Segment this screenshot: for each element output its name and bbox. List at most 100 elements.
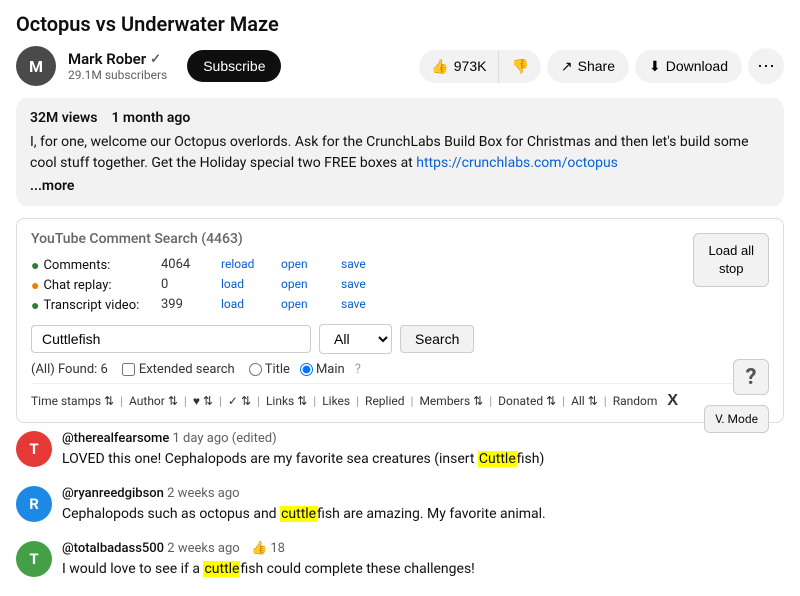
title-radio[interactable]: Title <box>249 362 290 377</box>
comment-author: @ryanreedgibson <box>62 486 164 501</box>
extended-search-label[interactable]: Extended search <box>122 362 235 377</box>
transcript-label: ● Transcript video: <box>31 297 161 314</box>
transcript-open[interactable]: open <box>281 297 341 314</box>
channel-avatar: M <box>16 46 56 86</box>
share-button[interactable]: ↗ Share <box>547 50 629 83</box>
channel-name: Mark Rober <box>68 50 146 68</box>
description-link[interactable]: https://crunchlabs.com/octopus <box>416 155 618 171</box>
like-dislike-group: 👍 973K 👎 <box>419 50 541 83</box>
avatar: T <box>16 431 52 467</box>
action-buttons: 👍 973K 👎 ↗ Share ⬇ Download ⋯ <box>419 48 784 84</box>
chat-open[interactable]: open <box>281 277 341 294</box>
transcript-status-dot: ● <box>31 297 39 314</box>
comment-likes: 👍 18 <box>251 541 285 556</box>
found-count: (All) Found: 6 <box>31 362 108 377</box>
more-options-button[interactable]: ⋯ <box>748 48 784 84</box>
comment-text: I would love to see if a cuttlefish coul… <box>62 559 784 580</box>
channel-info: Mark Rober ✓ 29.1M subscribers <box>68 50 167 82</box>
chat-label: ● Chat replay: <box>31 277 161 294</box>
panel-header: YouTube Comment Search (4463) <box>31 231 769 247</box>
comment-text: Cephalopods such as octopus and cuttlefi… <box>62 504 784 525</box>
search-type-radio-group: Title Main ? <box>249 362 361 377</box>
avatar: T <box>16 541 52 577</box>
transcript-count: 399 <box>161 297 221 314</box>
load-stop-button[interactable]: Load all stop <box>693 233 769 287</box>
comment-body: @totalbadass500 2 weeks ago 👍 18 I would… <box>62 541 784 580</box>
sort-check[interactable]: ✓ ⇅ <box>228 394 251 408</box>
chat-count: 0 <box>161 277 221 294</box>
search-highlight: cuttle <box>280 506 317 522</box>
thumbs-down-icon: 👎 <box>511 58 528 75</box>
search-highlight: Cuttle <box>478 451 517 467</box>
extended-search-checkbox[interactable] <box>122 363 135 376</box>
chat-load[interactable]: load <box>221 277 281 294</box>
filter-select[interactable]: All Title Main <box>319 324 392 354</box>
comments-save[interactable]: save <box>341 257 401 274</box>
avatar: R <box>16 486 52 522</box>
table-row: R @ryanreedgibson 2 weeks ago Cephalopod… <box>16 486 784 525</box>
comment-time: 2 weeks ago <box>167 486 239 501</box>
comment-body: @therealfearsome 1 day ago (edited) LOVE… <box>62 431 784 470</box>
video-meta: 32M views 1 month ago <box>30 110 770 126</box>
results-row: (All) Found: 6 Extended search Title Mai… <box>31 362 769 377</box>
search-type-help: ? <box>355 362 361 377</box>
comment-time: 2 weeks ago <box>167 541 239 556</box>
sort-author[interactable]: Author ⇅ <box>129 394 178 408</box>
sort-likes[interactable]: Likes <box>322 394 350 408</box>
like-button[interactable]: 👍 973K <box>419 50 499 83</box>
dislike-button[interactable]: 👎 <box>499 50 540 83</box>
transcript-save[interactable]: save <box>341 297 401 314</box>
post-date: 1 month ago <box>111 110 190 126</box>
data-rows: ● Comments: 4064 reload open save ● Chat… <box>31 257 769 314</box>
description-box: 32M views 1 month ago I, for one, welcom… <box>16 98 784 206</box>
chat-save[interactable]: save <box>341 277 401 294</box>
sort-members[interactable]: Members ⇅ <box>419 394 483 408</box>
comment-search-panel: YouTube Comment Search (4463) Load all s… <box>16 218 784 423</box>
sort-heart[interactable]: ♥ ⇅ <box>193 394 213 408</box>
comments-list: T @therealfearsome 1 day ago (edited) LO… <box>16 431 784 580</box>
sort-random[interactable]: Random <box>613 394 658 408</box>
comment-header: @ryanreedgibson 2 weeks ago <box>62 486 784 501</box>
comments-label: ● Comments: <box>31 257 161 274</box>
comment-author: @therealfearsome <box>62 431 169 446</box>
sort-links[interactable]: Links ⇅ <box>266 394 307 408</box>
description-text: I, for one, welcome our Octopus overlord… <box>30 132 770 174</box>
comments-open[interactable]: open <box>281 257 341 274</box>
subscribe-button[interactable]: Subscribe <box>187 50 281 82</box>
view-count: 32M views <box>30 110 97 126</box>
transcript-load[interactable]: load <box>221 297 281 314</box>
main-radio[interactable]: Main <box>300 362 345 377</box>
verified-icon: ✓ <box>150 52 161 67</box>
comment-body: @ryanreedgibson 2 weeks ago Cephalopods … <box>62 486 784 525</box>
search-button[interactable]: Search <box>400 325 474 353</box>
sort-timestamps[interactable]: Time stamps ⇅ <box>31 394 114 408</box>
search-highlight: cuttle <box>203 561 240 577</box>
download-icon: ⬇ <box>649 58 661 75</box>
sort-row: Time stamps ⇅ | Author ⇅ | ♥ ⇅ | ✓ ⇅ | L… <box>31 383 769 410</box>
video-title: Octopus vs Underwater Maze <box>16 12 784 36</box>
comments-count: 4064 <box>161 257 221 274</box>
vmode-button[interactable]: V. Mode <box>704 405 769 433</box>
search-row: All Title Main Search <box>31 324 769 354</box>
comment-header: @therealfearsome 1 day ago (edited) <box>62 431 784 446</box>
comment-author: @totalbadass500 <box>62 541 164 556</box>
chat-status-dot: ● <box>31 277 39 294</box>
like-count: 973K <box>454 58 487 74</box>
search-input[interactable] <box>31 325 311 353</box>
table-row: T @totalbadass500 2 weeks ago 👍 18 I wou… <box>16 541 784 580</box>
description-more[interactable]: ...more <box>30 178 770 194</box>
comment-text: LOVED this one! Cephalopods are my favor… <box>62 449 784 470</box>
sort-all[interactable]: All ⇅ <box>571 394 598 408</box>
table-row: T @therealfearsome 1 day ago (edited) LO… <box>16 431 784 470</box>
thumbs-up-icon: 👍 <box>431 58 448 75</box>
download-button[interactable]: ⬇ Download <box>635 50 742 83</box>
help-button[interactable]: ? <box>733 359 769 395</box>
sort-replied[interactable]: Replied <box>365 394 404 408</box>
share-icon: ↗ <box>561 58 573 75</box>
comment-time: 1 day ago (edited) <box>173 431 277 446</box>
clear-button[interactable]: X <box>663 392 682 410</box>
comments-reload[interactable]: reload <box>221 257 281 274</box>
comments-status-dot: ● <box>31 257 39 274</box>
subscriber-count: 29.1M subscribers <box>68 68 167 82</box>
sort-donated[interactable]: Donated ⇅ <box>498 394 556 408</box>
